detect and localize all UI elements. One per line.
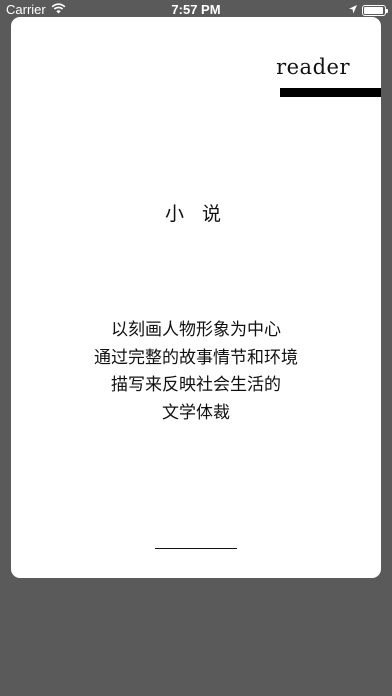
- description-line: 通过完整的故事情节和环境: [94, 347, 298, 368]
- brand-label: reader: [276, 55, 350, 79]
- battery-icon: [362, 5, 388, 16]
- genre-description: 以刻画人物形象为中心 通过完整的故事情节和环境 描写来反映社会生活的 文学体裁: [11, 317, 381, 427]
- location-arrow-icon: [348, 3, 358, 18]
- genre-title: 小 说: [164, 203, 228, 225]
- bottom-divider: [155, 548, 237, 549]
- description-line: 以刻画人物形象为中心: [111, 320, 281, 340]
- status-time: 7:57 PM: [171, 2, 221, 17]
- description-line: 文学体裁: [162, 402, 230, 423]
- brand-underline-bar: [280, 88, 381, 97]
- intro-card: reader 小 说 以刻画人物形象为中心 通过完整的故事情节和环境 描写来反映…: [11, 17, 381, 578]
- battery-level: [364, 7, 383, 14]
- status-right: [348, 3, 388, 18]
- description-line: 描写来反映社会生活的: [111, 375, 281, 395]
